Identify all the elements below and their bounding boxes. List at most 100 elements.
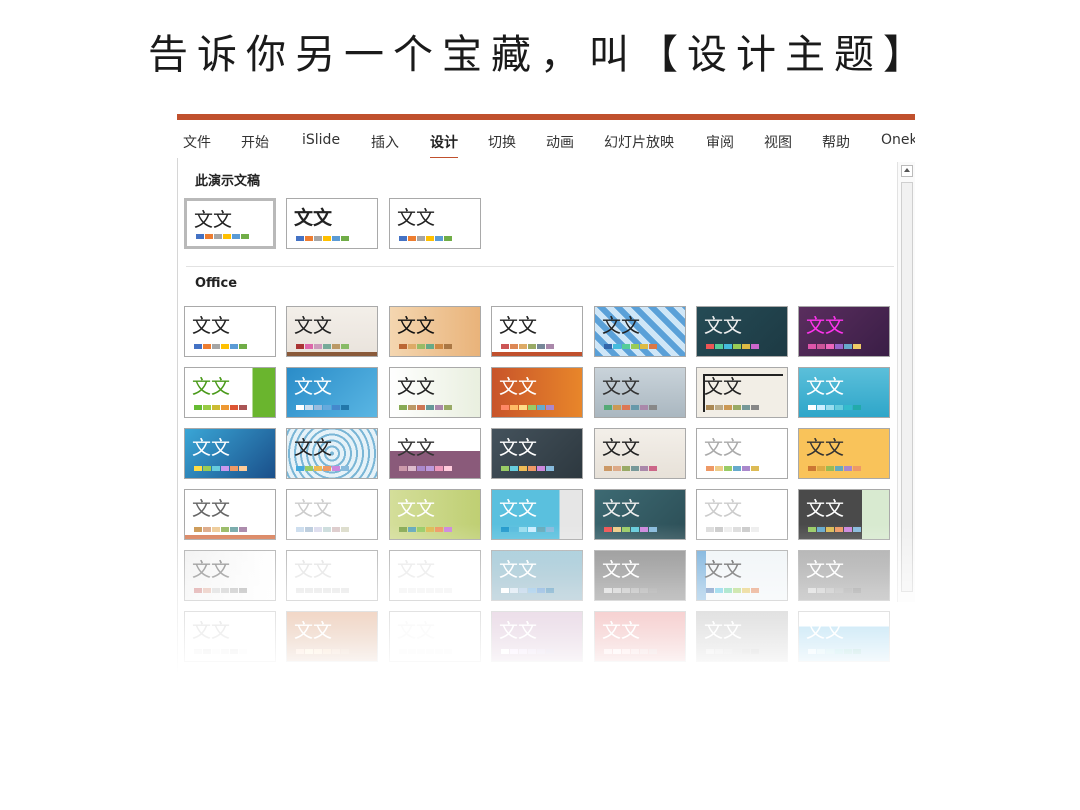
theme-sample-text: 文文 (602, 498, 641, 520)
theme-thumbnail[interactable]: 文文 (798, 489, 890, 540)
theme-sample-text: 文文 (294, 207, 333, 229)
theme-sample-text: 文文 (806, 437, 845, 459)
theme-sample-text: 文文 (499, 315, 538, 337)
theme-thumbnail[interactable]: 文文 (696, 611, 788, 662)
theme-color-swatches (296, 649, 349, 654)
theme-thumbnail[interactable]: 文文 (798, 428, 890, 479)
theme-sample-text: 文文 (499, 620, 538, 642)
theme-sample-text: 文文 (806, 376, 845, 398)
tab-11[interactable]: Onek (881, 132, 915, 148)
theme-thumbnail[interactable]: 文文 (286, 611, 378, 662)
theme-thumbnail[interactable]: 文文 (389, 198, 481, 249)
theme-thumbnail[interactable]: 文文 (696, 489, 788, 540)
theme-thumbnail[interactable]: 文文 (184, 306, 276, 357)
tab-5[interactable]: 切换 (488, 132, 516, 152)
tab-7[interactable]: 幻灯片放映 (604, 132, 674, 152)
theme-sample-text: 文文 (192, 437, 231, 459)
theme-thumbnail[interactable]: 文文 (286, 550, 378, 601)
theme-thumbnail[interactable]: 文文 (594, 428, 686, 479)
theme-thumbnail[interactable]: 文文 (798, 306, 890, 357)
theme-thumbnail[interactable]: 文文 (389, 550, 481, 601)
theme-thumbnail[interactable]: 文文 (286, 367, 378, 418)
theme-thumbnail[interactable]: 文文 (184, 198, 276, 249)
theme-band (185, 535, 275, 539)
scroll-thumb[interactable] (901, 182, 913, 592)
theme-thumbnail[interactable]: 文文 (389, 367, 481, 418)
tab-9[interactable]: 视图 (764, 132, 792, 152)
theme-sample-text: 文文 (397, 620, 436, 642)
theme-sample-text: 文文 (806, 315, 845, 337)
theme-sample-text: 文文 (806, 498, 845, 520)
theme-sample-text: 文文 (602, 437, 641, 459)
theme-thumbnail[interactable]: 文文 (594, 306, 686, 357)
theme-thumbnail[interactable]: 文文 (696, 550, 788, 601)
theme-thumbnail[interactable]: 文文 (286, 428, 378, 479)
theme-color-swatches (604, 588, 657, 593)
theme-thumbnail[interactable]: 文文 (491, 489, 583, 540)
tab-8[interactable]: 审阅 (706, 132, 734, 152)
theme-thumbnail[interactable]: 文文 (184, 428, 276, 479)
theme-thumbnail[interactable]: 文文 (184, 611, 276, 662)
theme-thumbnail[interactable]: 文文 (286, 198, 378, 249)
theme-thumbnail[interactable]: 文文 (491, 550, 583, 601)
theme-thumbnail[interactable]: 文文 (184, 550, 276, 601)
tab-2[interactable]: iSlide (302, 132, 340, 148)
theme-band (287, 352, 377, 356)
chevron-up-icon[interactable] (901, 165, 913, 177)
theme-color-swatches (501, 527, 554, 532)
theme-color-swatches (706, 527, 759, 532)
theme-color-swatches (296, 344, 349, 349)
theme-sample-text: 文文 (194, 209, 233, 231)
theme-sample-text: 文文 (704, 620, 743, 642)
theme-thumbnail[interactable]: 文文 (184, 489, 276, 540)
theme-color-swatches (296, 236, 349, 241)
tab-3[interactable]: 插入 (371, 132, 399, 152)
theme-color-swatches (501, 466, 554, 471)
theme-color-swatches (194, 466, 247, 471)
theme-sample-text: 文文 (397, 315, 436, 337)
theme-sample-text: 文文 (397, 559, 436, 581)
theme-thumbnail[interactable]: 文文 (491, 306, 583, 357)
tab-0[interactable]: 文件 (183, 132, 211, 152)
theme-sample-text: 文文 (499, 376, 538, 398)
theme-thumbnail[interactable]: 文文 (696, 367, 788, 418)
theme-thumbnail[interactable]: 文文 (798, 550, 890, 601)
theme-color-swatches (501, 405, 554, 410)
theme-color-swatches (399, 405, 452, 410)
theme-thumbnail[interactable]: 文文 (594, 550, 686, 601)
theme-thumbnail[interactable]: 文文 (184, 367, 276, 418)
theme-thumbnail[interactable]: 文文 (389, 306, 481, 357)
tab-1[interactable]: 开始 (241, 132, 269, 152)
tab-4[interactable]: 设计 (430, 132, 458, 160)
theme-sample-text: 文文 (294, 315, 333, 337)
theme-thumbnail[interactable]: 文文 (286, 489, 378, 540)
theme-thumbnail[interactable]: 文文 (389, 489, 481, 540)
theme-color-swatches (399, 527, 452, 532)
theme-thumbnail[interactable]: 文文 (286, 306, 378, 357)
theme-band (492, 352, 582, 356)
theme-thumbnail[interactable]: 文文 (696, 428, 788, 479)
theme-sample-text: 文文 (397, 437, 436, 459)
theme-thumbnail[interactable]: 文文 (491, 367, 583, 418)
theme-sample-text: 文文 (602, 376, 641, 398)
theme-thumbnail[interactable]: 文文 (491, 428, 583, 479)
theme-thumbnail[interactable]: 文文 (798, 611, 890, 662)
theme-thumbnail[interactable]: 文文 (798, 367, 890, 418)
theme-sample-text: 文文 (602, 315, 641, 337)
slide-title: 告诉你另一个宝藏，叫【设计主题】 (148, 32, 932, 78)
tab-6[interactable]: 动画 (546, 132, 574, 152)
theme-thumbnail[interactable]: 文文 (696, 306, 788, 357)
theme-thumbnail[interactable]: 文文 (491, 611, 583, 662)
theme-sample-text: 文文 (192, 559, 231, 581)
theme-thumbnail[interactable]: 文文 (594, 367, 686, 418)
theme-thumbnail[interactable]: 文文 (594, 489, 686, 540)
theme-sample-text: 文文 (294, 437, 333, 459)
theme-thumbnail[interactable]: 文文 (389, 611, 481, 662)
gallery-scrollbar[interactable] (897, 162, 915, 602)
theme-color-swatches (399, 344, 452, 349)
theme-color-swatches (399, 588, 452, 593)
theme-thumbnail[interactable]: 文文 (594, 611, 686, 662)
tab-10[interactable]: 帮助 (822, 132, 850, 152)
theme-color-swatches (808, 649, 861, 654)
theme-thumbnail[interactable]: 文文 (389, 428, 481, 479)
